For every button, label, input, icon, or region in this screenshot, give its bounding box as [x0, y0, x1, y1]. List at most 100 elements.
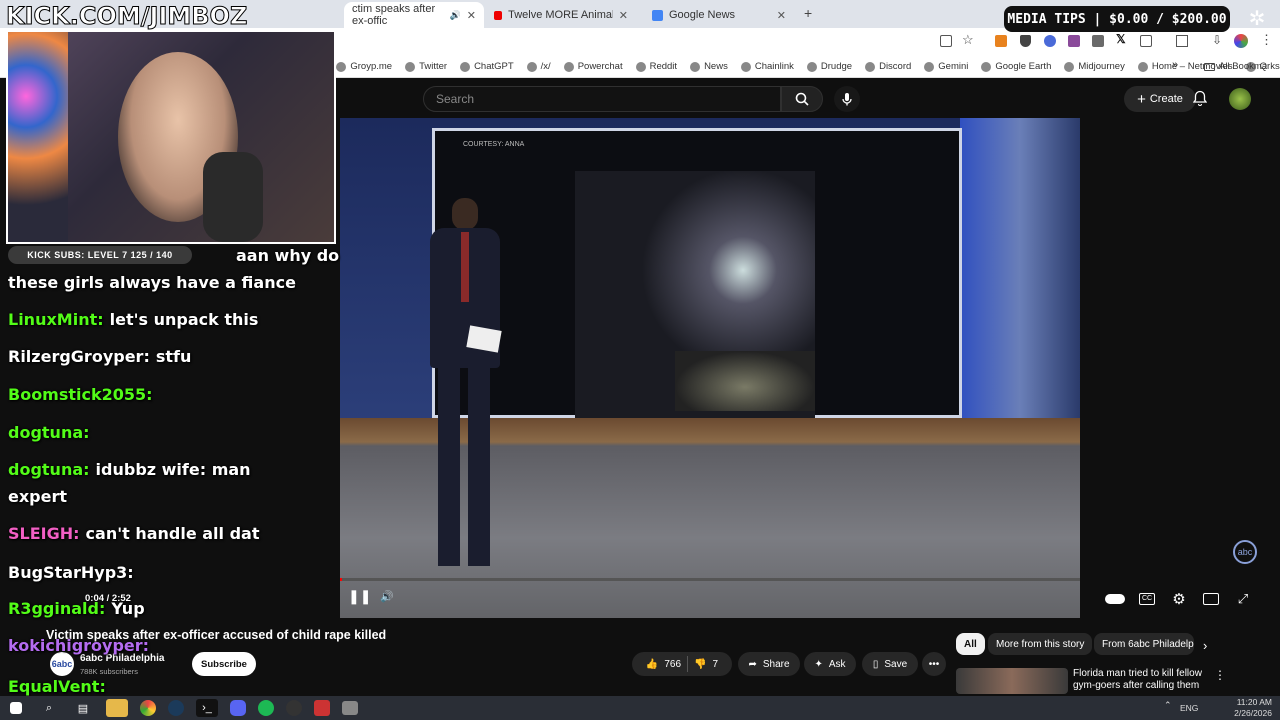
bookmark-item[interactable]: Discord — [865, 61, 911, 72]
chat-text: can't handle all dat — [85, 524, 260, 543]
captions-icon[interactable]: CC — [1136, 588, 1158, 610]
bookmark-favicon-icon — [405, 61, 416, 72]
shield-icon[interactable] — [1020, 35, 1031, 47]
file-explorer-icon[interactable] — [106, 699, 128, 717]
extension-icon[interactable] — [1044, 35, 1056, 47]
chevron-right-icon[interactable]: › — [1203, 638, 1207, 653]
bookmark-label: Reddit — [649, 61, 678, 72]
steam-icon[interactable] — [168, 700, 184, 716]
chip-from-channel[interactable]: From 6abc Philadelp — [1094, 633, 1194, 655]
extension-metamask-icon[interactable] — [995, 35, 1007, 47]
tab-active[interactable]: ctim speaks after ex-offic 🔊 ✕ — [344, 2, 484, 28]
all-bookmarks-label: All Bookmarks — [1219, 61, 1280, 72]
language-indicator[interactable]: ENG — [1180, 703, 1198, 713]
chat-message: dogtuna: — [8, 423, 96, 442]
chip-all[interactable]: All — [956, 633, 985, 655]
notifications-bell-icon[interactable] — [1192, 90, 1208, 106]
menu-dots-icon[interactable]: ⋮ — [1260, 32, 1273, 48]
task-view-icon[interactable]: ▤ — [72, 699, 94, 717]
bookmark-item[interactable]: News — [690, 61, 728, 72]
volume-icon[interactable]: 🔊 — [380, 590, 394, 603]
more-actions-button[interactable]: ••• — [922, 652, 946, 676]
x-icon[interactable]: 𝕏 — [1116, 32, 1126, 46]
extension-icon[interactable] — [1068, 35, 1080, 47]
bookmark-label: Groyp.me — [350, 61, 393, 72]
save-button[interactable]: ▯ Save — [862, 652, 918, 676]
bookmark-item[interactable]: Chainlink — [740, 61, 794, 72]
chrome-icon[interactable] — [140, 700, 156, 716]
bookmark-item[interactable]: Powerchat — [563, 61, 623, 72]
tab-animal[interactable]: Twelve MORE Animal Personali ✕ — [486, 2, 636, 28]
download-icon[interactable]: ⇩ — [1212, 33, 1222, 47]
channel-avatar[interactable]: 6abc — [50, 652, 74, 676]
chevron-right-icon[interactable]: » — [1172, 59, 1178, 71]
search-input[interactable]: Search — [423, 86, 781, 112]
sidepanel-icon[interactable] — [1176, 35, 1188, 47]
install-icon[interactable] — [940, 35, 952, 47]
system-clock[interactable]: 11:20 AM 2/26/2026 — [1234, 697, 1272, 719]
fullscreen-icon[interactable]: ⤢ — [1232, 588, 1254, 610]
more-options-icon[interactable]: ⋮ — [1214, 668, 1226, 682]
search-icon[interactable]: ⌕ — [38, 699, 60, 717]
bookmark-label: Gemini — [938, 61, 969, 72]
miniplayer-icon[interactable] — [1200, 588, 1222, 610]
close-icon[interactable]: ✕ — [619, 9, 628, 22]
windows-start-icon[interactable] — [10, 702, 22, 714]
progress-bar[interactable] — [340, 578, 1080, 581]
bookmark-item[interactable]: Groyp.me — [336, 61, 392, 72]
bookmark-item[interactable]: Drudge — [806, 61, 852, 72]
save-label: Save — [884, 658, 908, 670]
anchor-leg — [438, 366, 460, 566]
chat-message: expert — [8, 487, 67, 506]
discord-icon[interactable] — [230, 700, 246, 716]
autoplay-toggle[interactable] — [1104, 588, 1126, 610]
bookmark-item[interactable]: Gemini — [924, 61, 968, 72]
close-icon[interactable]: ✕ — [467, 9, 476, 22]
chevron-up-icon[interactable]: ⌃ — [1164, 700, 1172, 711]
bookmark-label: Powerchat — [577, 61, 623, 72]
subscribe-button[interactable]: Subscribe — [192, 652, 256, 676]
speaker-icon[interactable]: 🔊 — [450, 10, 461, 21]
bookmark-item[interactable]: /x/ — [526, 61, 551, 72]
puzzle-icon[interactable] — [1140, 35, 1152, 47]
bookmark-item[interactable]: Midjourney — [1064, 61, 1125, 72]
search-button[interactable] — [781, 86, 823, 112]
share-label: Share — [762, 658, 790, 670]
bookmark-item[interactable]: Twitter — [405, 61, 447, 72]
close-icon[interactable]: ✕ — [777, 9, 786, 22]
bookmark-favicon-icon — [981, 61, 992, 72]
webcam-feed — [6, 30, 336, 244]
bookmark-favicon-icon — [1064, 61, 1075, 72]
all-bookmarks[interactable]: All Bookmarks — [1204, 61, 1280, 72]
media-tips-counter: MEDIA TIPS | $0.00 / $200.00 — [1004, 6, 1230, 32]
chat-message: these girls always have a fiance — [8, 273, 296, 292]
settings-gear-icon[interactable]: ⚙ — [1168, 588, 1190, 610]
chat-message: BugStarHyp3: — [8, 563, 140, 582]
star-icon[interactable]: ☆ — [962, 32, 974, 48]
app-icon[interactable] — [314, 700, 330, 716]
anchor-leg — [468, 366, 490, 566]
tab-google-news[interactable]: Google News ✕ — [644, 2, 794, 28]
obs-icon[interactable] — [286, 700, 302, 716]
bookmark-item[interactable]: Google Earth — [981, 61, 1051, 72]
account-avatar[interactable] — [1229, 88, 1251, 110]
pause-icon[interactable]: ❚❚ — [348, 588, 371, 605]
voice-search-button[interactable] — [834, 86, 860, 112]
bookmark-item[interactable]: Reddit — [635, 61, 678, 72]
spotify-icon[interactable] — [258, 700, 274, 716]
profile-avatar[interactable] — [1234, 34, 1248, 48]
bookmark-item[interactable]: ChatGPT — [460, 61, 514, 72]
recommended-thumbnail[interactable] — [956, 668, 1068, 694]
like-button[interactable]: 👍 766 — [646, 659, 681, 670]
ask-button[interactable]: ✦ Ask — [804, 652, 856, 676]
bookmark-label: Chainlink — [754, 61, 794, 72]
video-player[interactable]: COURTESY: ANNA abc CC ⚙ ⤢ ❚❚ 🔊 — [340, 118, 1280, 618]
new-tab-icon[interactable]: + — [804, 5, 812, 21]
terminal-icon[interactable]: ›_ — [196, 699, 218, 717]
create-button[interactable]: + Create — [1124, 86, 1196, 112]
extension-icon[interactable] — [1092, 35, 1104, 47]
dislike-button[interactable]: 👎 7 — [694, 659, 718, 670]
app-icon[interactable] — [342, 701, 358, 715]
share-button[interactable]: ➦ Share — [738, 652, 800, 676]
chip-more-from-story[interactable]: More from this story — [988, 633, 1093, 655]
